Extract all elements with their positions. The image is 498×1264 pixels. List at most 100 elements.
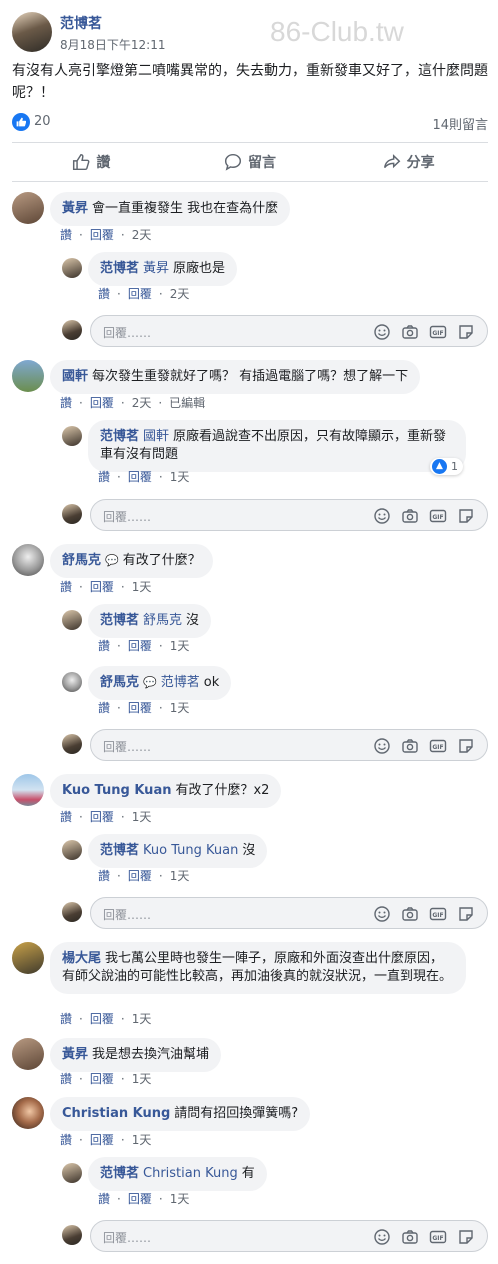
comment-reaction-badge[interactable]: ▲ 1	[430, 458, 463, 475]
comment-time[interactable]: 1天	[170, 701, 190, 715]
commenter-name[interactable]: Kuo Tung Kuan	[62, 783, 171, 798]
comment-reply-link[interactable]: 回覆	[90, 1072, 114, 1086]
sticker-icon[interactable]	[457, 323, 475, 341]
share-button[interactable]: 分享	[329, 143, 488, 181]
comment-reply-link[interactable]: 回覆	[128, 1192, 152, 1206]
commenter-name[interactable]: 黃昇	[62, 201, 88, 216]
comment-time[interactable]: 1天	[132, 810, 152, 824]
comment-reply-link[interactable]: 回覆	[90, 228, 114, 242]
comment-reply-link[interactable]: 回覆	[128, 701, 152, 715]
comment-reply-link[interactable]: 回覆	[90, 1133, 114, 1147]
commenter-avatar[interactable]	[12, 1038, 44, 1070]
like-button[interactable]: 讚	[12, 143, 171, 181]
comment-reply-link[interactable]: 回覆	[128, 470, 152, 484]
emoji-icon[interactable]	[373, 905, 391, 923]
comment-reply-link[interactable]: 回覆	[90, 396, 114, 410]
like-count[interactable]: 20	[34, 114, 51, 129]
comment-like-link[interactable]: 讚	[60, 580, 72, 594]
camera-icon[interactable]	[401, 905, 419, 923]
commenter-name[interactable]: 黃昇	[62, 1047, 88, 1062]
gif-icon[interactable]: GIF	[429, 905, 447, 923]
emoji-icon[interactable]	[373, 323, 391, 341]
commenter-avatar[interactable]	[12, 192, 44, 224]
camera-icon[interactable]	[401, 737, 419, 755]
commenter-avatar[interactable]	[12, 360, 44, 392]
reply-input[interactable]: 回覆…… GIF	[90, 1220, 488, 1252]
gif-icon[interactable]: GIF	[429, 323, 447, 341]
reply-input[interactable]: 回覆…… GIF	[90, 499, 488, 531]
commenter-name[interactable]: 國軒	[62, 369, 88, 384]
commenter-avatar[interactable]	[62, 1163, 82, 1183]
tagged-user[interactable]: 黃昇	[143, 261, 169, 276]
comment-time[interactable]: 1天	[132, 1012, 152, 1026]
commenter-name[interactable]: 范博茗	[100, 429, 139, 444]
gif-icon[interactable]: GIF	[429, 737, 447, 755]
gif-icon[interactable]: GIF	[429, 1228, 447, 1246]
commenter-avatar[interactable]	[62, 840, 82, 860]
gif-icon[interactable]: GIF	[429, 507, 447, 525]
comment-like-link[interactable]: 讚	[98, 287, 110, 301]
comment-reply-link[interactable]: 回覆	[90, 580, 114, 594]
commenter-name[interactable]: 范博茗	[100, 1166, 139, 1181]
commenter-avatar[interactable]	[62, 258, 82, 278]
comment-time[interactable]: 2天	[132, 396, 152, 410]
like-reaction-icon[interactable]	[12, 113, 30, 131]
commenter-avatar[interactable]	[12, 1097, 44, 1129]
comment-time[interactable]: 1天	[170, 869, 190, 883]
comment-time[interactable]: 2天	[132, 228, 152, 242]
tagged-user[interactable]: 國軒	[143, 429, 169, 444]
comment-count[interactable]: 14則留言	[432, 114, 488, 133]
commenter-name[interactable]: 楊大尾	[62, 951, 101, 966]
commenter-avatar[interactable]	[62, 610, 82, 630]
commenter-name[interactable]: 范博茗	[100, 261, 139, 276]
camera-icon[interactable]	[401, 323, 419, 341]
comment-like-link[interactable]: 讚	[60, 810, 72, 824]
comment-time[interactable]: 1天	[170, 639, 190, 653]
comment-button[interactable]: 留言	[171, 143, 330, 181]
author-name[interactable]: 范博茗	[60, 13, 102, 33]
post-timestamp[interactable]: 8月18日下午12:11	[60, 36, 166, 53]
comment-like-link[interactable]: 讚	[98, 639, 110, 653]
tagged-user[interactable]: 范博茗	[161, 675, 200, 690]
emoji-icon[interactable]	[373, 737, 391, 755]
comment-time[interactable]: 2天	[170, 287, 190, 301]
tagged-user[interactable]: 舒馬克	[143, 613, 182, 628]
comment-like-link[interactable]: 讚	[60, 1133, 72, 1147]
commenter-name[interactable]: 舒馬克	[62, 553, 101, 568]
comment-time[interactable]: 1天	[170, 470, 190, 484]
camera-icon[interactable]	[401, 1228, 419, 1246]
commenter-avatar[interactable]	[62, 672, 82, 692]
reply-input[interactable]: 回覆…… GIF	[90, 315, 488, 347]
comment-reply-link[interactable]: 回覆	[90, 1012, 114, 1026]
commenter-avatar[interactable]	[12, 774, 44, 806]
reply-input[interactable]: 回覆…… GIF	[90, 897, 488, 929]
sticker-icon[interactable]	[457, 507, 475, 525]
commenter-avatar[interactable]	[12, 942, 44, 974]
commenter-name[interactable]: 范博茗	[100, 613, 139, 628]
comment-like-link[interactable]: 讚	[60, 1072, 72, 1086]
sticker-icon[interactable]	[457, 905, 475, 923]
comment-like-link[interactable]: 讚	[98, 701, 110, 715]
comment-like-link[interactable]: 讚	[98, 470, 110, 484]
commenter-avatar[interactable]	[12, 544, 44, 576]
comment-like-link[interactable]: 讚	[98, 869, 110, 883]
commenter-name[interactable]: Christian Kung	[62, 1106, 170, 1121]
comment-time[interactable]: 1天	[132, 1133, 152, 1147]
comment-reply-link[interactable]: 回覆	[128, 639, 152, 653]
author-avatar[interactable]	[12, 12, 52, 52]
comment-time[interactable]: 1天	[132, 580, 152, 594]
emoji-icon[interactable]	[373, 507, 391, 525]
comment-like-link[interactable]: 讚	[60, 228, 72, 242]
comment-reply-link[interactable]: 回覆	[128, 287, 152, 301]
reply-input[interactable]: 回覆…… GIF	[90, 729, 488, 761]
comment-reply-link[interactable]: 回覆	[90, 810, 114, 824]
commenter-name[interactable]: 舒馬克	[100, 675, 139, 690]
emoji-icon[interactable]	[373, 1228, 391, 1246]
commenter-name[interactable]: 范博茗	[100, 843, 139, 858]
comment-like-link[interactable]: 讚	[60, 396, 72, 410]
comment-like-link[interactable]: 讚	[98, 1192, 110, 1206]
commenter-avatar[interactable]	[62, 426, 82, 446]
comment-time[interactable]: 1天	[132, 1072, 152, 1086]
comment-time[interactable]: 1天	[170, 1192, 190, 1206]
camera-icon[interactable]	[401, 507, 419, 525]
